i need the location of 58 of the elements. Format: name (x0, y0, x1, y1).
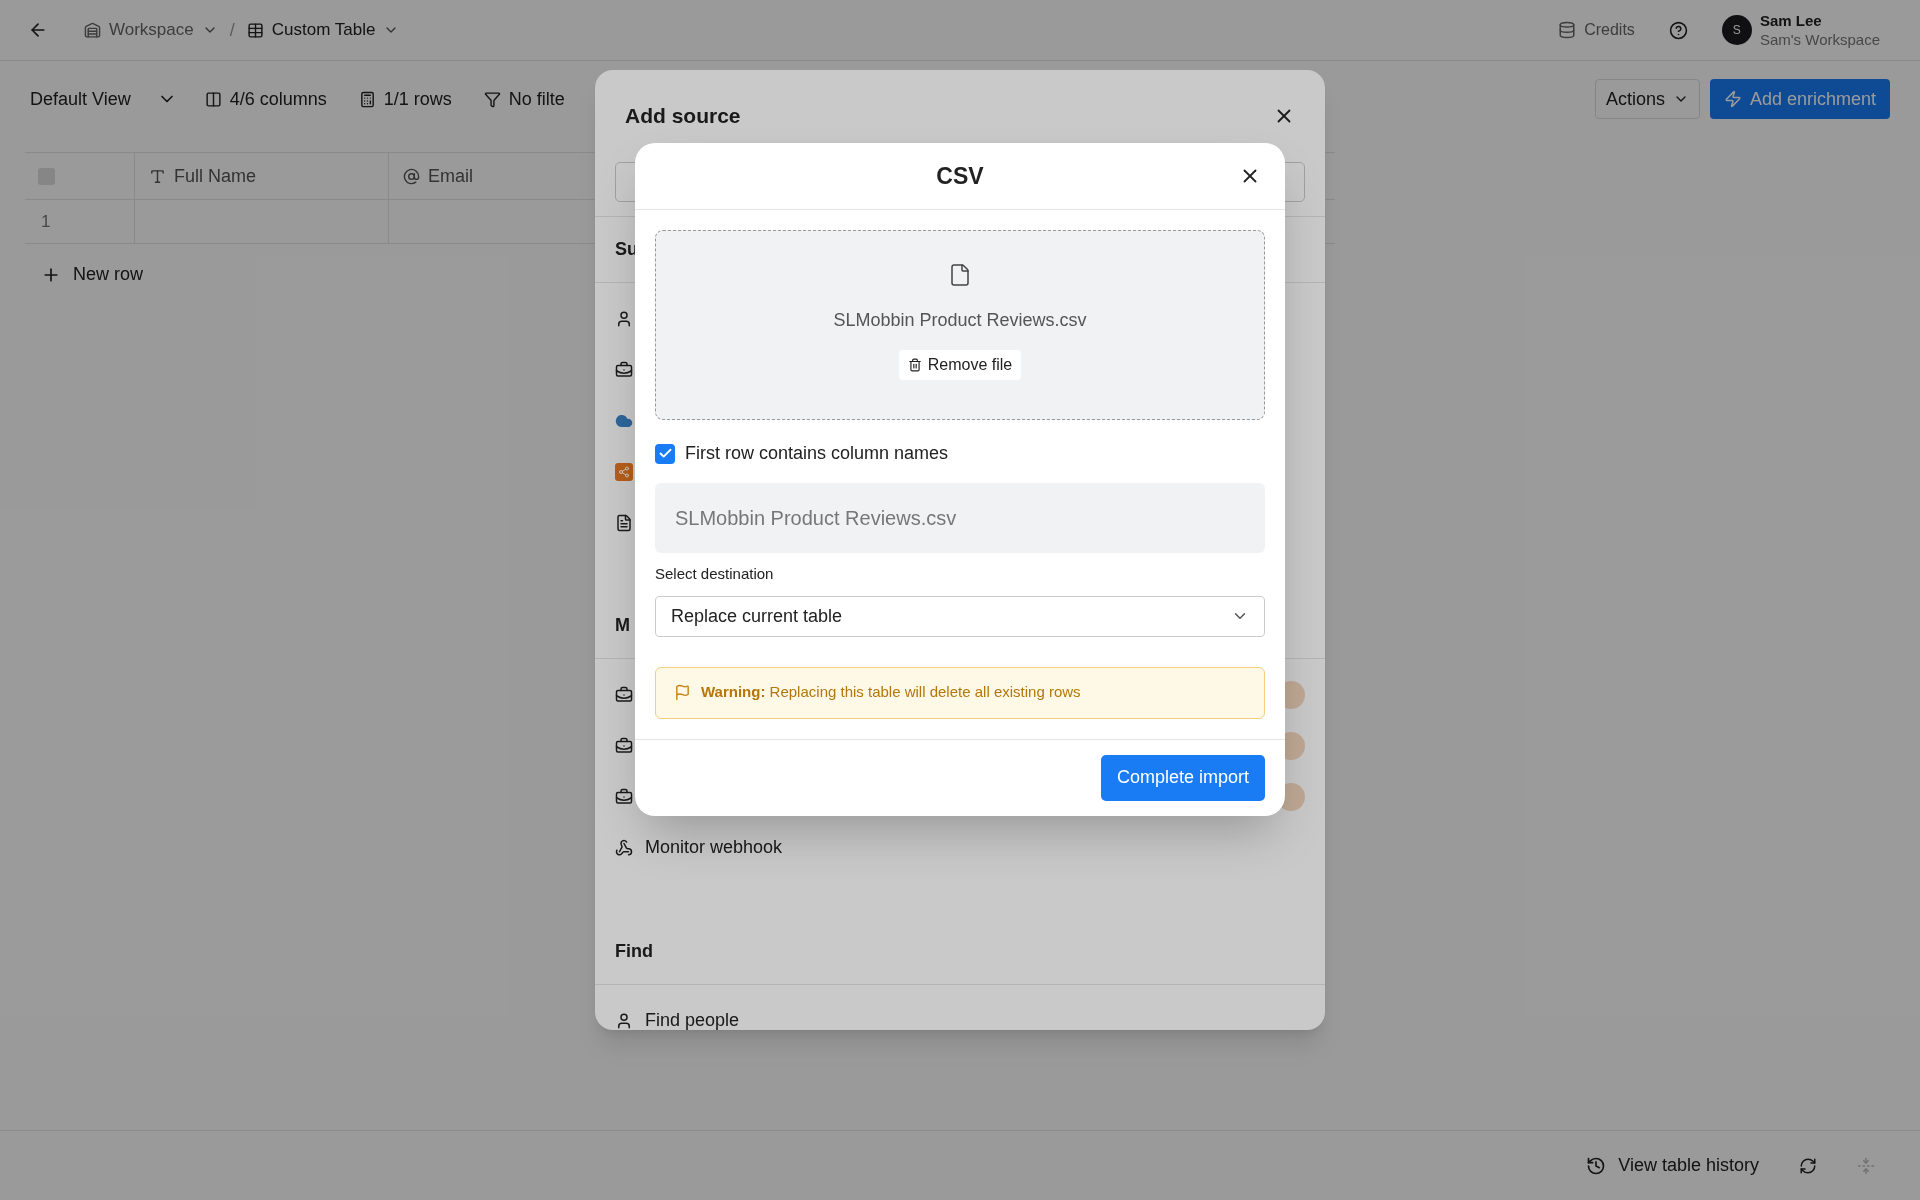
user-name: Sam Lee (1759, 11, 1823, 30)
column-header[interactable]: Full Name (174, 162, 257, 190)
new-row-button[interactable]: New row (41, 261, 143, 288)
field-label: Select destination (655, 564, 775, 584)
file-icon (948, 263, 972, 287)
table-name-field[interactable]: SLMobbin Product Reviews.csv (655, 483, 1265, 553)
warehouse-icon (84, 21, 101, 39)
person-icon (615, 1011, 633, 1030)
avatar[interactable]: S (1721, 15, 1752, 45)
destination-select[interactable]: Replace current table (655, 595, 1265, 637)
filter-icon (483, 90, 501, 108)
actions-button[interactable]: Actions (1594, 79, 1700, 119)
remove-file-button[interactable]: Remove file (898, 350, 1022, 380)
file-dropzone[interactable]: SLMobbin Product Reviews.csv Remove file (655, 230, 1265, 420)
table-icon (246, 21, 264, 39)
columns-button[interactable]: 4/6 columns (229, 85, 327, 113)
view-selector[interactable]: Default View (30, 85, 177, 113)
help-icon[interactable] (1668, 20, 1688, 40)
refresh-icon[interactable] (1799, 1156, 1817, 1175)
briefcase-icon (615, 360, 633, 379)
at-sign-icon (403, 167, 420, 185)
warning-text: Warning: Replacing this table will delete all existing rows (701, 682, 1081, 703)
file-name: SLMobbin Product Reviews.csv (833, 309, 1087, 332)
dialog-title: CSV (936, 161, 984, 191)
breadcrumb-link[interactable]: Custom Table (271, 17, 376, 43)
briefcase-icon (615, 736, 633, 755)
filter-button[interactable]: No filte (508, 85, 565, 113)
hub-icon (615, 462, 633, 481)
row-number: 1 (41, 210, 51, 233)
workspace-name: Sam's Workspace (1759, 30, 1880, 49)
checkbox[interactable] (655, 443, 675, 464)
history-icon (1586, 1155, 1607, 1176)
dialog-title: Add source (625, 103, 741, 130)
checkbox-label: First row contains column names (685, 442, 949, 465)
trash-icon (907, 358, 922, 372)
person-icon (615, 309, 633, 328)
webhook-icon (615, 838, 633, 857)
rows-button[interactable]: 1/1 rows (383, 85, 452, 113)
flag-icon (674, 684, 691, 701)
lightning-icon (1723, 90, 1742, 108)
credits-link[interactable]: Credits (1584, 18, 1635, 42)
section-heading: Find (615, 940, 653, 963)
section-heading: M (615, 614, 630, 637)
check-icon (657, 446, 673, 461)
column-header[interactable]: Email (428, 162, 473, 190)
columns-icon (204, 90, 222, 108)
briefcase-icon (615, 685, 633, 704)
source-item[interactable]: Monitor webhook (645, 834, 783, 861)
view-history-button[interactable]: View table history (1618, 1152, 1759, 1179)
database-icon (1558, 21, 1577, 39)
breadcrumb-link[interactable]: Workspace (109, 17, 194, 43)
breadcrumb-separator: / (229, 18, 235, 42)
source-item[interactable]: Find people (645, 1007, 740, 1030)
text-type-icon (149, 167, 166, 185)
briefcase-icon (615, 787, 633, 806)
document-icon (615, 513, 633, 532)
calculator-icon (358, 90, 376, 108)
complete-import-button[interactable]: Complete import (1100, 754, 1265, 801)
